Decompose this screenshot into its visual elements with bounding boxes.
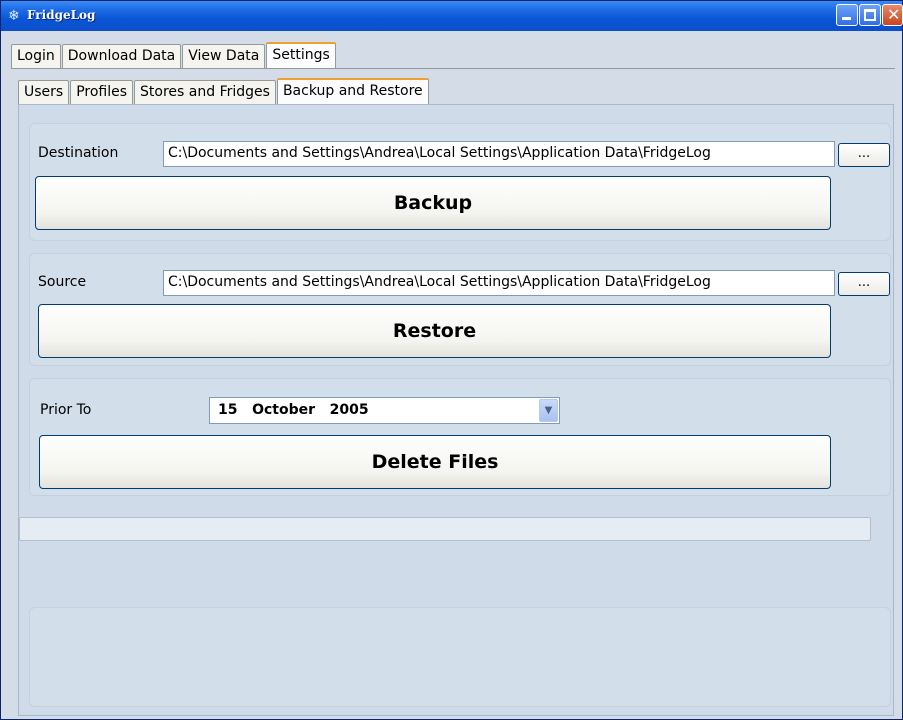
progress-group [29,607,891,707]
prior-to-label: Prior To [40,402,92,418]
settings-tab-strip: Users Profiles Stores and Fridges Backup… [18,78,430,105]
app-window: ❄ FridgeLog ✕ Login Download Data View D… [0,0,903,720]
backup-group: Destination C:\Documents and Settings\An… [29,123,891,241]
backup-restore-panel: Destination C:\Documents and Settings\An… [18,104,894,716]
close-icon: ✕ [887,5,901,24]
main-tab-strip: Login Download Data View Data Settings [11,42,337,69]
source-field[interactable]: C:\Documents and Settings\Andrea\Local S… [163,270,835,296]
tab-users[interactable]: Users [18,80,70,104]
tab-backup-and-restore[interactable]: Backup and Restore [276,78,429,105]
destination-field[interactable]: C:\Documents and Settings\Andrea\Local S… [163,141,835,167]
delete-group: Prior To 15 October 2005 ▼ Delete Files [29,378,891,496]
restore-button[interactable]: Restore [38,304,831,358]
minimize-icon [842,17,851,20]
tab-download-data[interactable]: Download Data [61,44,182,68]
date-value: 15 October 2005 [218,402,369,418]
tab-login[interactable]: Login [11,44,61,68]
destination-label: Destination [38,145,119,161]
source-browse-button[interactable]: ... [838,272,890,296]
title-bar[interactable]: ❄ FridgeLog ✕ [1,1,903,31]
progress-bar [19,517,871,541]
delete-files-button[interactable]: Delete Files [39,435,831,489]
minimize-button[interactable] [836,4,858,26]
tab-stores-and-fridges[interactable]: Stores and Fridges [134,80,276,104]
restore-group: Source C:\Documents and Settings\Andrea\… [29,253,891,366]
destination-browse-button[interactable]: ... [838,143,890,167]
maximize-icon [864,9,876,21]
tab-divider [11,68,895,69]
backup-button[interactable]: Backup [35,176,831,230]
source-label: Source [38,274,87,290]
maximize-button[interactable] [859,4,881,26]
chevron-down-icon[interactable]: ▼ [539,399,558,422]
close-button[interactable]: ✕ [882,4,903,26]
tab-profiles[interactable]: Profiles [70,80,134,104]
snowflake-icon: ❄ [8,8,20,24]
tab-view-data[interactable]: View Data [182,44,266,68]
window-title: FridgeLog [27,8,96,22]
prior-to-date-picker[interactable]: 15 October 2005 ▼ [209,397,560,424]
tab-settings[interactable]: Settings [266,42,336,69]
